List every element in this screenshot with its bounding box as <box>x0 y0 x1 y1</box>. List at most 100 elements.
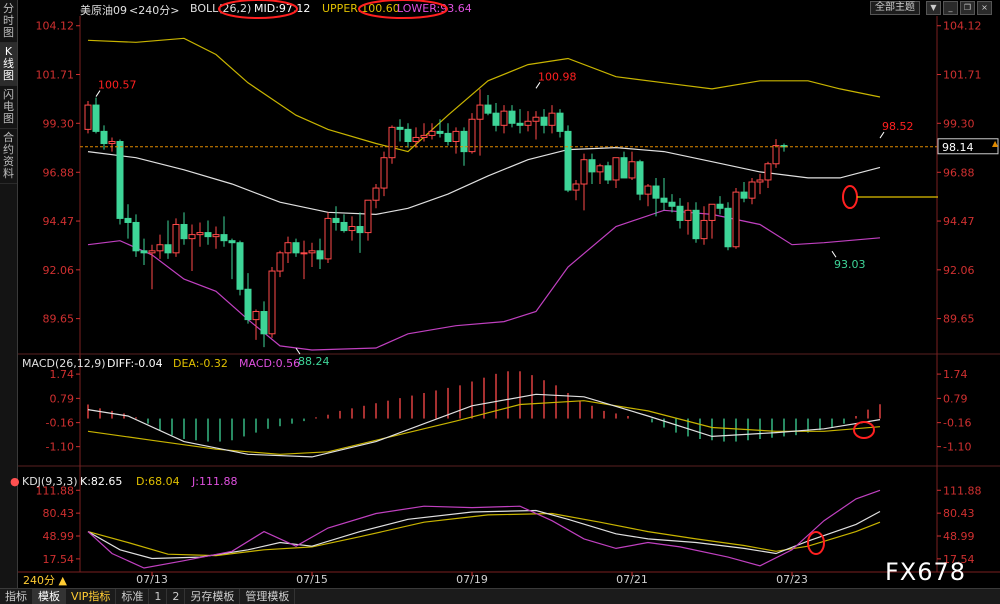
candle-body <box>204 232 212 238</box>
macd-tick-label-left: -0.16 <box>46 417 74 430</box>
candle-body <box>292 242 300 254</box>
kdj-j-value: J:111.88 <box>192 475 238 488</box>
kdj-k-line <box>87 509 881 560</box>
candle-body <box>588 159 596 173</box>
candle-body <box>516 122 524 126</box>
bottom-tab-4[interactable]: 1 <box>149 589 168 604</box>
candle-body <box>684 209 692 221</box>
watermark-logo: FX678 <box>885 558 967 586</box>
candle-body <box>732 191 740 248</box>
candle-body <box>492 112 500 126</box>
candle-body <box>564 130 572 191</box>
macd-tick-label-right: 0.79 <box>943 392 968 405</box>
candle-body <box>108 141 116 145</box>
candle-body <box>676 205 684 221</box>
kdj-k-value: K:82.65 <box>80 475 123 488</box>
kdj-panel: 111.88 111.8880.43 80.4348.99 48.9917.54 17.… <box>36 484 982 569</box>
highlight-oval-lower <box>358 0 448 19</box>
macd-tick-label-left: 0.79 <box>50 392 75 405</box>
candle-body <box>548 112 556 126</box>
annotation-low-label: 88.24 <box>298 355 330 368</box>
candle-body <box>716 203 724 209</box>
candle-body <box>380 157 388 189</box>
boll-upper-line <box>87 37 881 153</box>
macd-tick-label-left: 1.74 <box>50 368 75 381</box>
macd-panel: 1.74 1.74 0.79 0.79 -0.16 -0.16 -1.10 -1.10 <box>46 368 971 458</box>
period-selector[interactable]: 240分 ▲ <box>23 572 67 588</box>
macd-tick-label-right: 1.74 <box>943 368 968 381</box>
candle-body <box>316 250 324 260</box>
candle-body <box>580 159 588 185</box>
candle-body <box>116 141 124 219</box>
bottom-tab-6[interactable]: 另存模板 <box>185 589 241 604</box>
boll-lower-line <box>87 209 881 351</box>
kdj-d-line <box>87 512 881 557</box>
candle-body <box>756 179 764 183</box>
candle-body <box>236 242 244 290</box>
price-tick-label-left: 92.06 <box>43 264 75 277</box>
candle-body <box>388 126 396 159</box>
price-tick-label-left: 89.65 <box>43 313 75 326</box>
candle-body <box>284 242 292 254</box>
annotation-pointer <box>295 347 301 355</box>
candle-body <box>452 130 460 143</box>
macd-diff-value: DIFF:-0.04 <box>107 357 163 370</box>
price-tick-label-left: 94.47 <box>43 215 75 228</box>
candle-body <box>260 311 268 335</box>
bottom-tab-bar: 指标 模板 VIP指标 标准 1 2 另存模板 管理模板 <box>0 588 1000 604</box>
price-tick-label-right: 101.71 <box>943 69 982 82</box>
candle-body <box>356 226 364 234</box>
candle-body <box>708 203 716 221</box>
candle-body <box>604 165 612 181</box>
candle-body <box>428 130 436 136</box>
candle-body <box>132 221 140 252</box>
candle-body <box>396 126 404 130</box>
macd-params: MACD(26,12,9) <box>22 357 106 370</box>
candle-body <box>148 250 156 254</box>
bottom-tab-0[interactable]: 指标 <box>0 589 33 604</box>
price-tick-label-right: 96.88 <box>943 166 975 179</box>
candle-body <box>764 163 772 181</box>
candle-body <box>460 130 468 153</box>
macd-hist-value: MACD:0.56 <box>239 357 301 370</box>
candle-body <box>556 112 564 132</box>
bottom-tab-2[interactable]: VIP指标 <box>66 589 117 604</box>
candle-body <box>84 104 92 130</box>
candle-body <box>660 197 668 203</box>
kdj-marker-icon: ● <box>10 475 20 488</box>
candle-body <box>140 250 148 254</box>
candle-body <box>524 120 532 126</box>
grid-lines <box>18 16 1000 573</box>
candle-body <box>628 161 636 179</box>
candle-body <box>364 199 372 234</box>
kdj-tick-label-right: 80.43 <box>943 507 975 520</box>
candle-body <box>436 130 444 134</box>
candle-body <box>188 234 196 240</box>
kdj-d-value: D:68.04 <box>136 475 180 488</box>
bottom-tab-5[interactable]: 2 <box>167 589 186 604</box>
candle-body <box>700 219 708 240</box>
macd-dea-value: DEA:-0.32 <box>173 357 228 370</box>
candle-body <box>692 209 700 240</box>
price-tick-label-right: 104.12 <box>943 20 982 33</box>
candle-body <box>644 185 652 195</box>
annotation-high-label: 100.98 <box>538 70 577 83</box>
candle-body <box>508 110 516 124</box>
candle-body <box>484 104 492 114</box>
last-price-arrow-icon: ▲ <box>992 139 999 148</box>
kdj-tick-label-left: 48.99 <box>43 530 75 543</box>
candle-body <box>372 187 380 201</box>
bottom-tab-7[interactable]: 管理模板 <box>240 589 296 604</box>
candle-body <box>412 136 420 143</box>
candlesticks <box>84 89 788 348</box>
candle-body <box>740 191 748 199</box>
bottom-tab-1[interactable]: 模板 <box>33 589 66 604</box>
candle-body <box>244 288 252 321</box>
annotation-low-label: 93.03 <box>834 258 866 271</box>
annotation-high-label: 100.57 <box>98 79 137 92</box>
candle-body <box>404 128 412 143</box>
candle-body <box>340 221 348 232</box>
bottom-tab-3[interactable]: 标准 <box>116 589 150 604</box>
candle-body <box>124 217 132 223</box>
kdj-tick-label-left: 80.43 <box>43 507 75 520</box>
